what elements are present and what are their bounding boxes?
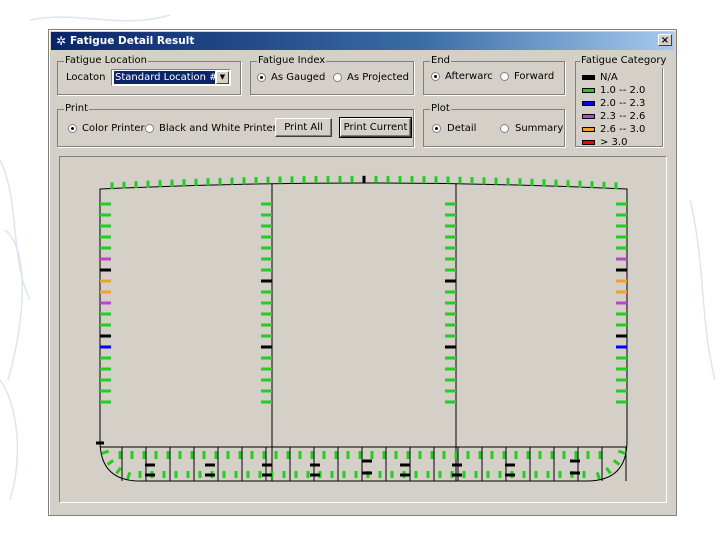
category-swatch bbox=[582, 140, 595, 145]
bilge-stiffener-mark bbox=[101, 449, 110, 455]
summary-label: Summary bbox=[515, 123, 564, 134]
title-bar: ✲ Fatigue Detail Result × bbox=[51, 32, 674, 50]
app-icon: ✲ bbox=[55, 34, 67, 48]
hull-section-plot-area bbox=[59, 156, 667, 503]
detail-radio[interactable] bbox=[432, 124, 441, 133]
color-printer-label: Color Printer bbox=[82, 123, 145, 134]
close-button[interactable]: × bbox=[658, 34, 672, 46]
category-label: N/A bbox=[600, 72, 618, 83]
plot-legend: Plot bbox=[430, 102, 451, 116]
afterward-radio[interactable] bbox=[431, 72, 440, 81]
category-label: 2.6 -- 3.0 bbox=[600, 124, 646, 135]
bilge-stiffener-mark bbox=[595, 471, 601, 480]
category-swatch bbox=[582, 75, 595, 80]
bw-printer-radio[interactable] bbox=[145, 124, 154, 133]
afterward-label: Afterwarc bbox=[445, 71, 493, 82]
bw-printer-label: Black and White Printer bbox=[159, 123, 277, 134]
location-dropdown[interactable]: Standard Location #3 ▼ bbox=[111, 69, 231, 86]
fatigue-detail-window: ✲ Fatigue Detail Result × Fatigue Locati… bbox=[48, 29, 677, 516]
forward-label: Forward bbox=[514, 71, 555, 82]
category-swatch bbox=[582, 88, 595, 93]
detail-label: Detail bbox=[447, 123, 477, 134]
hull-section-plot bbox=[96, 175, 628, 482]
end-legend: End bbox=[430, 54, 452, 68]
as-gauged-label: As Gauged bbox=[271, 72, 326, 83]
bilge-stiffener-mark bbox=[617, 449, 626, 455]
fatigue-category-legend: Fatigue Category bbox=[580, 54, 668, 68]
as-projected-radio[interactable] bbox=[333, 73, 342, 82]
bilge-stiffener-mark bbox=[115, 466, 122, 475]
category-swatch bbox=[582, 114, 595, 119]
fatigue-index-legend: Fatigue Index bbox=[257, 54, 327, 68]
as-projected-label: As Projected bbox=[347, 72, 409, 83]
fatigue-location-legend: Fatigue Location bbox=[64, 54, 148, 68]
summary-radio[interactable] bbox=[500, 124, 509, 133]
bilge-stiffener-mark bbox=[605, 466, 612, 475]
print-legend: Print bbox=[64, 102, 90, 116]
as-gauged-radio[interactable] bbox=[257, 73, 266, 82]
chevron-down-icon[interactable]: ▼ bbox=[216, 71, 229, 84]
category-swatch bbox=[582, 101, 595, 106]
category-label: 1.0 -- 2.0 bbox=[600, 85, 646, 96]
bilge-stiffener-mark bbox=[106, 459, 115, 466]
forward-radio[interactable] bbox=[500, 72, 509, 81]
color-printer-radio[interactable] bbox=[68, 124, 77, 133]
location-dropdown-value: Standard Location #3 bbox=[114, 71, 215, 84]
bilge-stiffener-mark bbox=[612, 459, 621, 466]
category-swatch bbox=[582, 127, 595, 132]
print-current-button[interactable]: Print Current bbox=[339, 117, 412, 138]
location-label: Locaton bbox=[66, 72, 106, 83]
hull-outline bbox=[99, 182, 628, 482]
category-label: 2.3 -- 2.6 bbox=[600, 111, 646, 122]
print-all-button[interactable]: Print All bbox=[275, 118, 332, 137]
window-title: Fatigue Detail Result bbox=[70, 35, 195, 47]
category-label: > 3.0 bbox=[600, 137, 628, 148]
bilge-stiffener-mark bbox=[126, 471, 132, 480]
category-label: 2.0 -- 2.3 bbox=[600, 98, 646, 109]
